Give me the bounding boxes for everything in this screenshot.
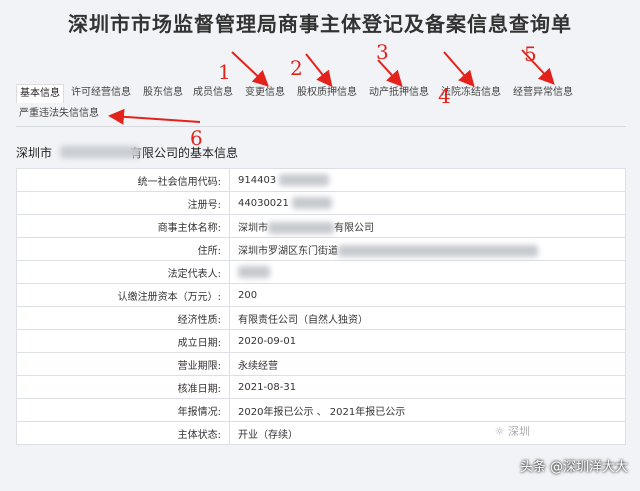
arrow-6 — [108, 108, 201, 125]
arrow-5 — [521, 49, 555, 85]
watermark-logo: ☼ 深圳 — [494, 425, 530, 438]
annotation-arrows — [108, 49, 555, 125]
watermark: 头条 @深圳洋大大 — [519, 460, 628, 475]
arrow-2 — [305, 53, 333, 88]
arrow-3 — [377, 59, 403, 87]
arrow-4 — [443, 51, 475, 88]
arrow-1 — [231, 51, 269, 87]
